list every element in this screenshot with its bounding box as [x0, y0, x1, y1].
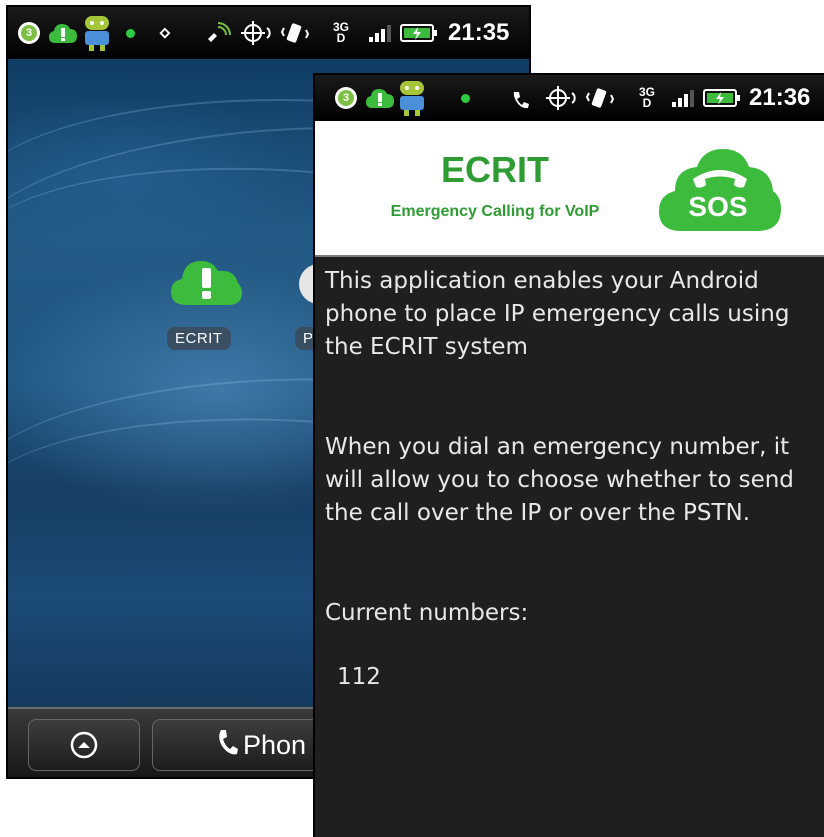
gps-icon [240, 7, 272, 59]
intro-text: This application enables your Android ph… [325, 268, 790, 360]
app-drawer-button[interactable] [28, 719, 140, 771]
network-type-indicator: 3G D [639, 85, 656, 110]
signal-strength-icon [671, 75, 695, 121]
sync-dot-icon [461, 75, 470, 121]
battery-charging-icon [703, 75, 741, 121]
ecrit-cloud-icon [171, 261, 242, 305]
network-type-indicator: 3G D [333, 20, 350, 45]
gps-icon [545, 75, 577, 121]
vibrate-mode-icon [585, 75, 615, 121]
missed-call-icon [511, 75, 533, 121]
sos-logo: SOS [653, 139, 783, 239]
phone-handset-icon [215, 728, 239, 763]
android-icon [82, 7, 112, 59]
ecrit-notification-icon [365, 75, 395, 121]
ecrit-shortcut-label: ECRIT [167, 327, 231, 350]
app-title: ECRIT [441, 149, 549, 190]
status-clock: 21:36 [749, 84, 811, 111]
status-clock: 21:35 [448, 19, 510, 46]
signal-strength-icon [368, 7, 392, 59]
notification-badge-icon: 3 [335, 75, 357, 121]
emergency-number-item: 112 [337, 664, 381, 690]
status-bar: 3 ⋄ 3G D 21:35 [8, 7, 529, 59]
current-numbers-label: Current numbers: [325, 600, 529, 626]
sos-logo-text: SOS [688, 191, 748, 222]
app-subtitle: Emergency Calling for VoIP [390, 203, 600, 220]
app-header: ECRIT Emergency Calling for VoIP SOS [315, 121, 824, 257]
vibrate-mode-icon [280, 7, 310, 59]
battery-charging-icon [400, 7, 438, 59]
ecrit-app-shortcut[interactable]: ECRIT [167, 251, 248, 361]
app-drawer-icon [70, 731, 98, 759]
android-icon [397, 75, 427, 121]
notification-badge-icon: 3 [18, 7, 40, 59]
app-content: This application enables your Android ph… [315, 257, 824, 837]
sync-dot-icon [126, 7, 135, 59]
status-bar: 3 3G D 21:36 [315, 75, 824, 121]
wifi-call-icon [204, 7, 232, 59]
dial-info-text: When you dial an emergency number, it wi… [325, 434, 794, 526]
phone-dock-label: Phon [243, 729, 307, 760]
sos-cloud-phone-icon [659, 149, 781, 231]
vibrate-icon: ⋄ [158, 20, 172, 46]
ecrit-app-window: 3 3G D 21:36 ECRIT Emergency Calling for… [313, 73, 824, 837]
ecrit-notification-icon [48, 7, 78, 59]
